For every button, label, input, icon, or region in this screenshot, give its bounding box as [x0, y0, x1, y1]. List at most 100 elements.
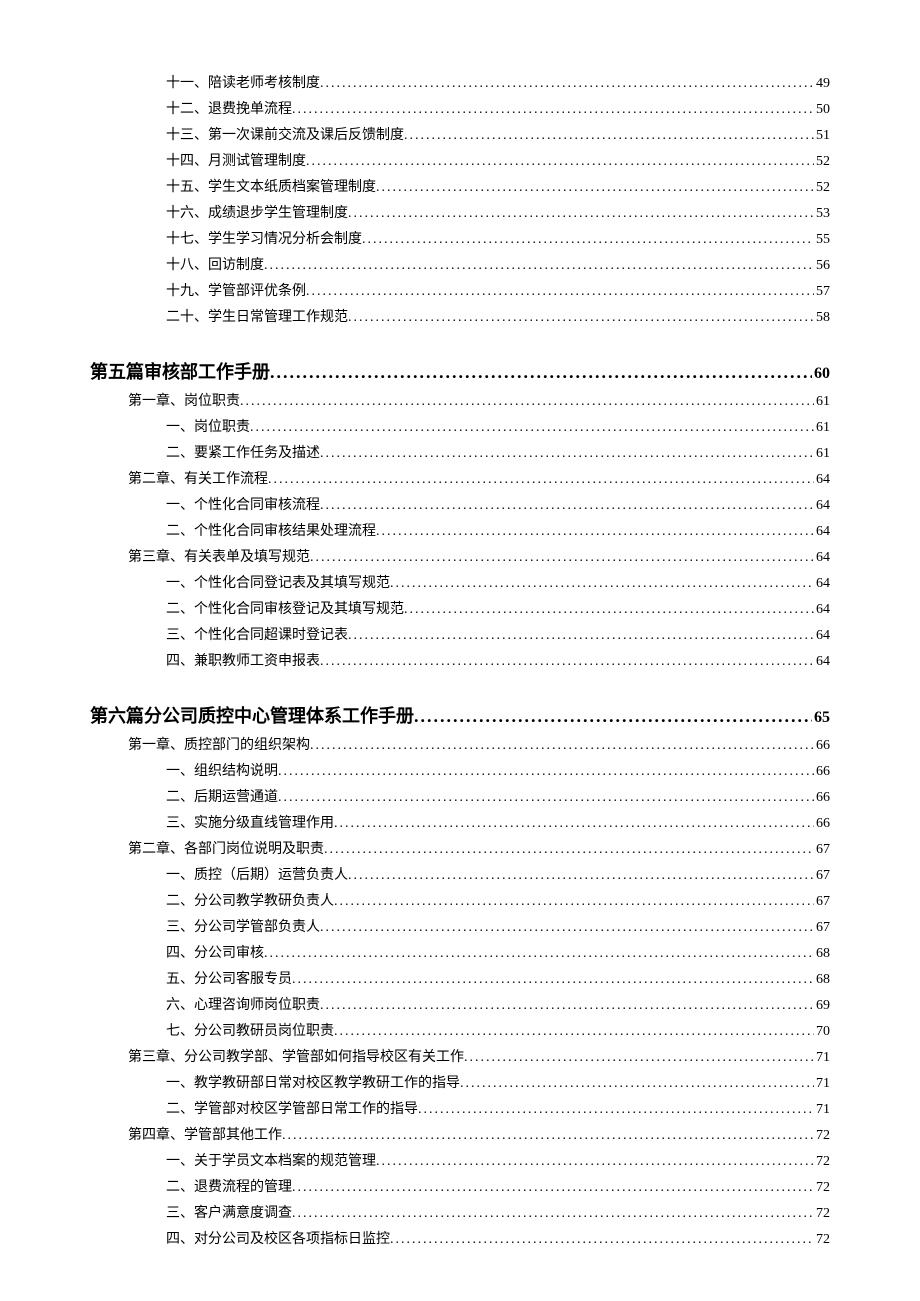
toc-entry-page: 52 [814, 176, 830, 200]
toc-entry: 三、个性化合同超课时登记表64 [90, 624, 830, 648]
toc-entry-label: 一、组织结构说明 [166, 760, 278, 784]
toc-entry-label: 三、实施分级直线管理作用 [166, 812, 334, 836]
toc-entry: 十一、陪读老师考核制度 49 [90, 72, 830, 96]
toc-leader-dots [348, 864, 814, 888]
toc-leader-dots [292, 98, 814, 122]
toc-entry: 三、分公司学管部负责人 67 [90, 916, 830, 940]
toc-entry-page: 50 [814, 98, 830, 122]
toc-entry-page: 64 [814, 494, 830, 518]
toc-entry-page: 49 [814, 72, 830, 96]
toc-entry: 十七、学生学习情况分析会制度 55 [90, 228, 830, 252]
toc-entry-label: 第三章、有关表单及填写规范 [128, 546, 310, 570]
toc-leader-dots [324, 838, 814, 862]
toc-entry-label: 四、分公司审核 [166, 942, 264, 966]
toc-leader-dots [362, 228, 814, 252]
toc-entry: 一、质控（后期）运营负责人 67 [90, 864, 830, 888]
toc-entry-page: 67 [814, 916, 830, 940]
toc-entry: 第二章、有关工作流程 64 [90, 468, 830, 492]
toc-entry-label: 四、兼职教师工资申报表 [166, 650, 320, 674]
toc-entry-label: 第一章、质控部门的组织架构 [128, 734, 310, 758]
toc-entry-label: 第六篇分公司质控中心管理体系工作手册 [90, 702, 414, 728]
toc-entry-page: 53 [814, 202, 830, 226]
toc-entry: 二、分公司教学教研负责人 67 [90, 890, 830, 914]
toc-entry-page: 72 [814, 1150, 830, 1174]
toc-entry: 二、个性化合同审核结果处理流程64 [90, 520, 830, 544]
toc-entry: 十八、回访制度56 [90, 254, 830, 278]
toc-entry: 十四、月测试管理制度52 [90, 150, 830, 174]
toc-leader-dots [268, 468, 814, 492]
toc-entry-page: 61 [814, 390, 830, 414]
toc-entry-label: 十七、学生学习情况分析会制度 [166, 228, 362, 252]
toc-entry-page: 69 [814, 994, 830, 1018]
toc-entry-label: 一、个性化合同审核流程 [166, 494, 320, 518]
toc-entry-label: 十二、退费挽单流程 [166, 98, 292, 122]
toc-entry-label: 十一、陪读老师考核制度 [166, 72, 320, 96]
toc-entry: 一、关于学员文本档案的规范管理72 [90, 1150, 830, 1174]
toc-entry-page: 66 [814, 760, 830, 784]
toc-entry: 四、兼职教师工资申报表64 [90, 650, 830, 674]
toc-leader-dots [240, 390, 814, 414]
toc-entry: 二、学管部对校区学管部日常工作的指导71 [90, 1098, 830, 1122]
toc-leader-dots [404, 124, 814, 148]
toc-entry-page: 67 [814, 864, 830, 888]
toc-entry-page: 55 [814, 228, 830, 252]
toc-entry-label: 一、质控（后期）运营负责人 [166, 864, 348, 888]
toc-entry-label: 十三、第一次课前交流及课后反馈制度 [166, 124, 404, 148]
toc-entry-page: 66 [814, 786, 830, 810]
toc-leader-dots [334, 812, 814, 836]
toc-entry: 五、分公司客服专员 68 [90, 968, 830, 992]
toc-entry-label: 二、分公司教学教研负责人 [166, 890, 334, 914]
toc-entry-label: 四、对分公司及校区各项指标日监控 [166, 1228, 390, 1252]
toc-leader-dots [310, 734, 814, 758]
toc-entry: 第三章、有关表单及填写规范64 [90, 546, 830, 570]
toc-entry: 第一章、质控部门的组织架构66 [90, 734, 830, 758]
toc-entry-label: 十四、月测试管理制度 [166, 150, 306, 174]
toc-entry: 二、个性化合同审核登记及其填写规范 64 [90, 598, 830, 622]
toc-entry-label: 第二章、有关工作流程 [128, 468, 268, 492]
toc-leader-dots [348, 202, 814, 226]
toc-entry-label: 十五、学生文本纸质档案管理制度 [166, 176, 376, 200]
toc-entry: 七、分公司教研员岗位职责 70 [90, 1020, 830, 1044]
toc-entry-page: 61 [814, 416, 830, 440]
toc-leader-dots [292, 968, 814, 992]
toc-leader-dots [320, 72, 814, 96]
toc-leader-dots [464, 1046, 814, 1070]
toc-leader-dots [334, 890, 814, 914]
toc-entry-page: 72 [814, 1176, 830, 1200]
toc-entry: 第二章、各部门岗位说明及职责67 [90, 838, 830, 862]
toc-entry-label: 七、分公司教研员岗位职责 [166, 1020, 334, 1044]
toc-entry-page: 58 [814, 306, 830, 330]
toc-leader-dots [376, 1150, 814, 1174]
toc-entry-label: 二、个性化合同审核登记及其填写规范 [166, 598, 404, 622]
toc-entry: 二、退费流程的管理 72 [90, 1176, 830, 1200]
toc-entry: 第六篇分公司质控中心管理体系工作手册65 [90, 702, 830, 728]
toc-entry-page: 70 [814, 1020, 830, 1044]
toc-entry-label: 一、教学教研部日常对校区教学教研工作的指导 [166, 1072, 460, 1096]
toc-entry: 第五篇审核部工作手册60 [90, 358, 830, 384]
toc-leader-dots [306, 150, 814, 174]
toc-leader-dots [348, 624, 814, 648]
toc-entry-page: 66 [814, 812, 830, 836]
toc-entry: 二、要紧工作任务及描述61 [90, 442, 830, 466]
toc-entry: 一、教学教研部日常对校区教学教研工作的指导71 [90, 1072, 830, 1096]
toc-entry-label: 二、要紧工作任务及描述 [166, 442, 320, 466]
toc-leader-dots [320, 650, 814, 674]
toc-entry-label: 一、岗位职责 [166, 416, 250, 440]
toc-entry-page: 57 [814, 280, 830, 304]
toc-leader-dots [278, 786, 814, 810]
toc-entry-page: 64 [814, 598, 830, 622]
toc-entry-page: 67 [814, 890, 830, 914]
toc-entry-label: 二、退费流程的管理 [166, 1176, 292, 1200]
toc-entry: 二十、学生日常管理工作规范58 [90, 306, 830, 330]
toc-entry-page: 64 [814, 468, 830, 492]
toc-entry-label: 五、分公司客服专员 [166, 968, 292, 992]
toc-leader-dots [376, 176, 814, 200]
toc-entry-label: 三、个性化合同超课时登记表 [166, 624, 348, 648]
toc-entry-label: 三、分公司学管部负责人 [166, 916, 320, 940]
toc-entry: 十五、学生文本纸质档案管理制度 52 [90, 176, 830, 200]
toc-entry-label: 二、后期运营通道 [166, 786, 278, 810]
toc-entry-label: 十八、回访制度 [166, 254, 264, 278]
toc-entry: 十三、第一次课前交流及课后反馈制度51 [90, 124, 830, 148]
toc-entry-label: 六、心理咨询师岗位职责 [166, 994, 320, 1018]
toc-entry-page: 68 [814, 968, 830, 992]
